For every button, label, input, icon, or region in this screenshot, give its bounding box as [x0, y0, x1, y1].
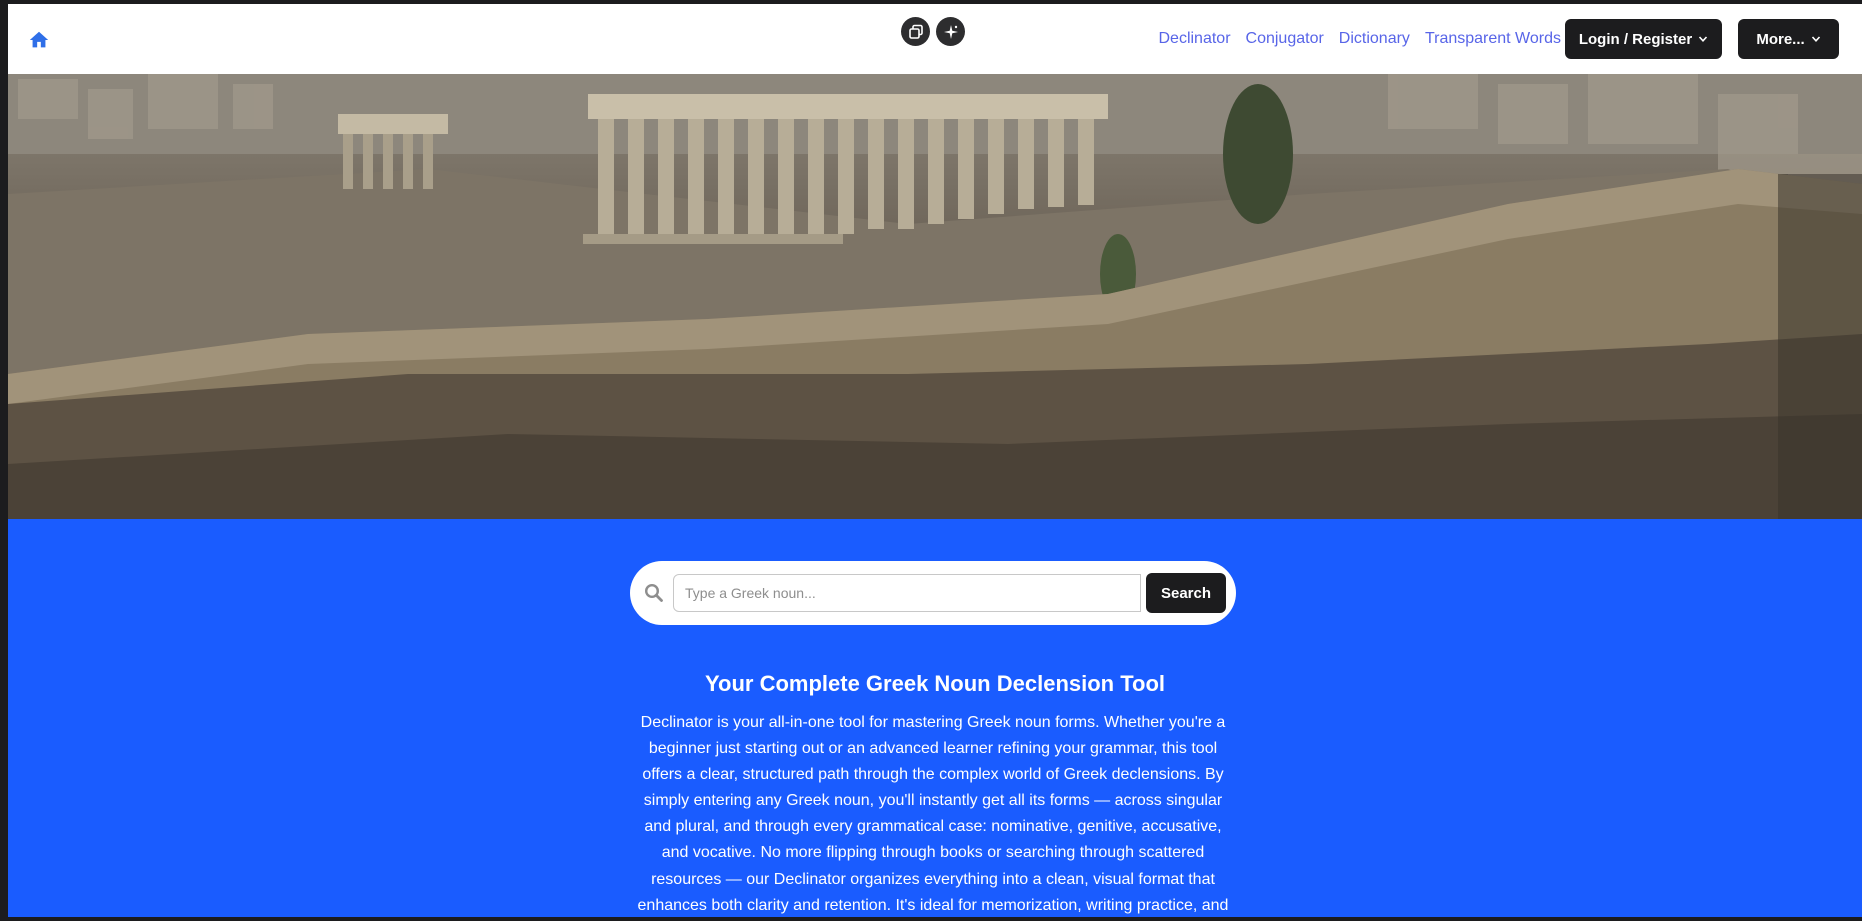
top-navbar: Declinator Conjugator Dictionary Transpa…	[8, 4, 1862, 74]
more-label: More...	[1756, 30, 1805, 48]
chevron-down-icon	[1811, 36, 1820, 42]
copy-icon[interactable]	[901, 17, 930, 46]
sparkle-icon[interactable]	[936, 17, 965, 46]
nav-link-conjugator[interactable]: Conjugator	[1246, 30, 1324, 48]
hero-image-acropolis	[8, 74, 1862, 519]
search-input[interactable]	[673, 574, 1141, 612]
main-content: Search Your Complete Greek Noun Declensi…	[8, 519, 1862, 917]
browser-viewport: Declinator Conjugator Dictionary Transpa…	[8, 4, 1862, 917]
page-description: Declinator is your all-in-one tool for m…	[637, 714, 1229, 914]
nav-link-declinator[interactable]: Declinator	[1158, 30, 1230, 48]
nav-links: Declinator Conjugator Dictionary Transpa…	[1158, 4, 1561, 74]
search-button[interactable]: Search	[1146, 573, 1226, 613]
page-title: Your Complete Greek Noun Declension Tool	[704, 671, 1166, 696]
nav-link-transparent-words[interactable]: Transparent Words	[1425, 30, 1561, 48]
chevron-down-icon	[1699, 36, 1708, 42]
floating-tools	[901, 17, 965, 46]
nav-link-dictionary[interactable]: Dictionary	[1339, 30, 1410, 48]
more-menu-button[interactable]: More...	[1738, 19, 1839, 59]
login-register-label: Login / Register	[1578, 30, 1693, 48]
home-icon[interactable]	[28, 29, 50, 51]
search-icon	[644, 583, 664, 603]
login-register-button[interactable]: Login / Register	[1565, 19, 1722, 59]
search-bar: Search	[630, 561, 1236, 625]
